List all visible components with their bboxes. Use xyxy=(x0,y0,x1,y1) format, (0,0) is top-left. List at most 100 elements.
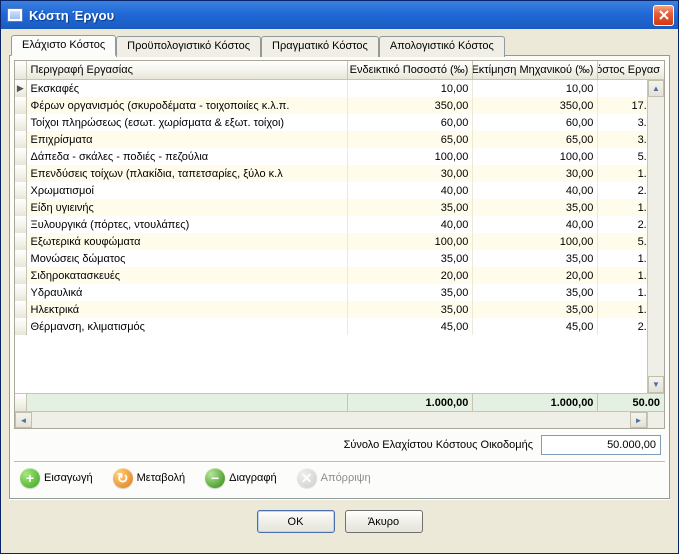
table-row[interactable]: Θέρμανση, κλιματισμός45,0045,002.25 xyxy=(15,318,664,335)
h-scroll-track[interactable] xyxy=(32,412,630,428)
insert-button[interactable]: + Εισαγωγή xyxy=(16,466,97,490)
total-line: Σύνολο Ελαχίστου Κόστους Οικοδομής xyxy=(14,429,665,461)
cell-estimate: 65,00 xyxy=(473,131,598,148)
cell-estimate: 100,00 xyxy=(473,233,598,250)
v-scrollbar[interactable]: ▲ ▼ xyxy=(647,80,664,393)
content-area: Ελάχιστο Κόστος Προϋπολογιστικό Κόστος Π… xyxy=(1,29,678,553)
cell-estimate: 20,00 xyxy=(473,267,598,284)
total-label: Σύνολο Ελαχίστου Κόστους Οικοδομής xyxy=(344,439,533,451)
cell-indicative: 35,00 xyxy=(348,284,473,301)
totals-marker xyxy=(15,394,27,411)
cell-description: Επιχρίσματα xyxy=(27,131,349,148)
h-scrollbar[interactable]: ◄ ► xyxy=(15,411,664,428)
window-title: Κόστη Έργου xyxy=(29,8,653,23)
cell-indicative: 35,00 xyxy=(348,199,473,216)
cell-indicative: 30,00 xyxy=(348,165,473,182)
cell-indicative: 40,00 xyxy=(348,182,473,199)
toolbar: + Εισαγωγή ↻ Μεταβολή − Διαγραφή ✕ Απόρρ… xyxy=(14,461,665,494)
edit-label: Μεταβολή xyxy=(137,472,185,484)
table-row[interactable]: Είδη υγιεινής35,0035,001.75 xyxy=(15,199,664,216)
table-row[interactable]: ▶Εκσκαφές10,0010,0050 xyxy=(15,80,664,97)
ok-button[interactable]: OK xyxy=(257,510,335,533)
window: Κόστη Έργου Ελάχιστο Κόστος Προϋπολογιστ… xyxy=(0,0,679,554)
delete-label: Διαγραφή xyxy=(229,472,277,484)
grid-totals: 1.000,00 1.000,00 50.00 xyxy=(15,393,664,411)
scroll-up-button[interactable]: ▲ xyxy=(648,80,664,97)
cell-indicative: 35,00 xyxy=(348,301,473,318)
delete-button[interactable]: − Διαγραφή xyxy=(201,466,281,490)
cell-estimate: 40,00 xyxy=(473,182,598,199)
cell-estimate: 40,00 xyxy=(473,216,598,233)
app-icon xyxy=(7,8,23,22)
table-row[interactable]: Δάπεδα - σκάλες - ποδιές - πεζούλια100,0… xyxy=(15,148,664,165)
tab-budget-cost[interactable]: Προϋπολογιστικό Κόστος xyxy=(116,36,261,57)
cell-description: Είδη υγιεινής xyxy=(27,199,349,216)
col-cost[interactable]: Κόστος Εργασ xyxy=(598,61,664,79)
tab-actual-cost[interactable]: Πραγματικό Κόστος xyxy=(261,36,379,57)
tab-minimum-cost[interactable]: Ελάχιστο Κόστος xyxy=(11,35,116,56)
grid-header: Περιγραφή Εργασίας Ενδεικτικό Ποσοστό (‰… xyxy=(15,61,664,80)
cell-estimate: 35,00 xyxy=(473,250,598,267)
tab-strip: Ελάχιστο Κόστος Προϋπολογιστικό Κόστος Π… xyxy=(9,35,670,56)
cell-estimate: 100,00 xyxy=(473,148,598,165)
cell-indicative: 40,00 xyxy=(348,216,473,233)
cell-indicative: 65,00 xyxy=(348,131,473,148)
row-marker-header xyxy=(15,61,27,79)
refresh-icon: ↻ xyxy=(113,468,133,488)
reject-label: Απόρριψη xyxy=(321,472,371,484)
row-marker: ▶ xyxy=(15,80,27,97)
cell-estimate: 10,00 xyxy=(473,80,598,97)
cell-description: Ξυλουργικά (πόρτες, ντουλάπες) xyxy=(27,216,349,233)
edit-button[interactable]: ↻ Μεταβολή xyxy=(109,466,189,490)
scroll-down-button[interactable]: ▼ xyxy=(648,376,664,393)
table-row[interactable]: Εξωτερικά κουφώματα100,00100,005.00 xyxy=(15,233,664,250)
tab-final-cost[interactable]: Απολογιστικό Κόστος xyxy=(379,36,505,57)
table-row[interactable]: Ξυλουργικά (πόρτες, ντουλάπες)40,0040,00… xyxy=(15,216,664,233)
row-marker xyxy=(15,301,27,318)
cancel-button[interactable]: Άκυρο xyxy=(345,510,423,533)
table-row[interactable]: Χρωματισμοί40,0040,002.00 xyxy=(15,182,664,199)
scroll-left-button[interactable]: ◄ xyxy=(15,412,32,428)
table-row[interactable]: Σιδηροκατασκευές20,0020,001.00 xyxy=(15,267,664,284)
table-row[interactable]: Επενδύσεις τοίχων (πλακίδια, ταπετσαρίες… xyxy=(15,165,664,182)
table-row[interactable]: Ηλεκτρικά35,0035,001.75 xyxy=(15,301,664,318)
total-input[interactable] xyxy=(541,435,661,455)
table-row[interactable]: Υδραυλικά35,0035,001.75 xyxy=(15,284,664,301)
grid-body: ▶Εκσκαφές10,0010,0050Φέρων οργανισμός (σ… xyxy=(15,80,664,393)
totals-cost: 50.00 xyxy=(598,394,664,411)
cell-indicative: 35,00 xyxy=(348,250,473,267)
scroll-right-button[interactable]: ► xyxy=(630,412,647,428)
row-marker xyxy=(15,284,27,301)
row-marker xyxy=(15,97,27,114)
cell-description: Εκσκαφές xyxy=(27,80,349,97)
cell-description: Ηλεκτρικά xyxy=(27,301,349,318)
table-row[interactable]: Τοίχοι πληρώσεως (εσωτ. χωρίσματα & εξωτ… xyxy=(15,114,664,131)
cell-indicative: 10,00 xyxy=(348,80,473,97)
cell-description: Δάπεδα - σκάλες - ποδιές - πεζούλια xyxy=(27,148,349,165)
cell-indicative: 100,00 xyxy=(348,148,473,165)
cell-estimate: 35,00 xyxy=(473,199,598,216)
cell-estimate: 35,00 xyxy=(473,301,598,318)
table-row[interactable]: Φέρων οργανισμός (σκυροδέματα - τοιχοποι… xyxy=(15,97,664,114)
titlebar: Κόστη Έργου xyxy=(1,1,678,29)
row-marker xyxy=(15,182,27,199)
dialog-buttons: OK Άκυρο xyxy=(9,499,670,545)
v-scroll-track[interactable] xyxy=(648,97,664,376)
table-row[interactable]: Επιχρίσματα65,0065,003.25 xyxy=(15,131,664,148)
row-marker xyxy=(15,131,27,148)
close-button[interactable] xyxy=(653,5,674,26)
row-marker xyxy=(15,199,27,216)
tab-panel: Περιγραφή Εργασίας Ενδεικτικό Ποσοστό (‰… xyxy=(9,55,670,499)
col-indicative[interactable]: Ενδεικτικό Ποσοστό (‰) xyxy=(348,61,473,79)
totals-est: 1.000,00 xyxy=(473,394,598,411)
minus-icon: − xyxy=(205,468,225,488)
cell-indicative: 45,00 xyxy=(348,318,473,335)
reject-icon: ✕ xyxy=(297,468,317,488)
col-estimate[interactable]: Εκτίμηση Μηχανικού (‰) xyxy=(473,61,598,79)
cell-estimate: 350,00 xyxy=(473,97,598,114)
row-marker xyxy=(15,250,27,267)
table-row[interactable]: Μονώσεις δώματος35,0035,001.75 xyxy=(15,250,664,267)
close-icon xyxy=(659,10,669,20)
cost-grid[interactable]: Περιγραφή Εργασίας Ενδεικτικό Ποσοστό (‰… xyxy=(14,60,665,429)
col-description[interactable]: Περιγραφή Εργασίας xyxy=(27,61,349,79)
